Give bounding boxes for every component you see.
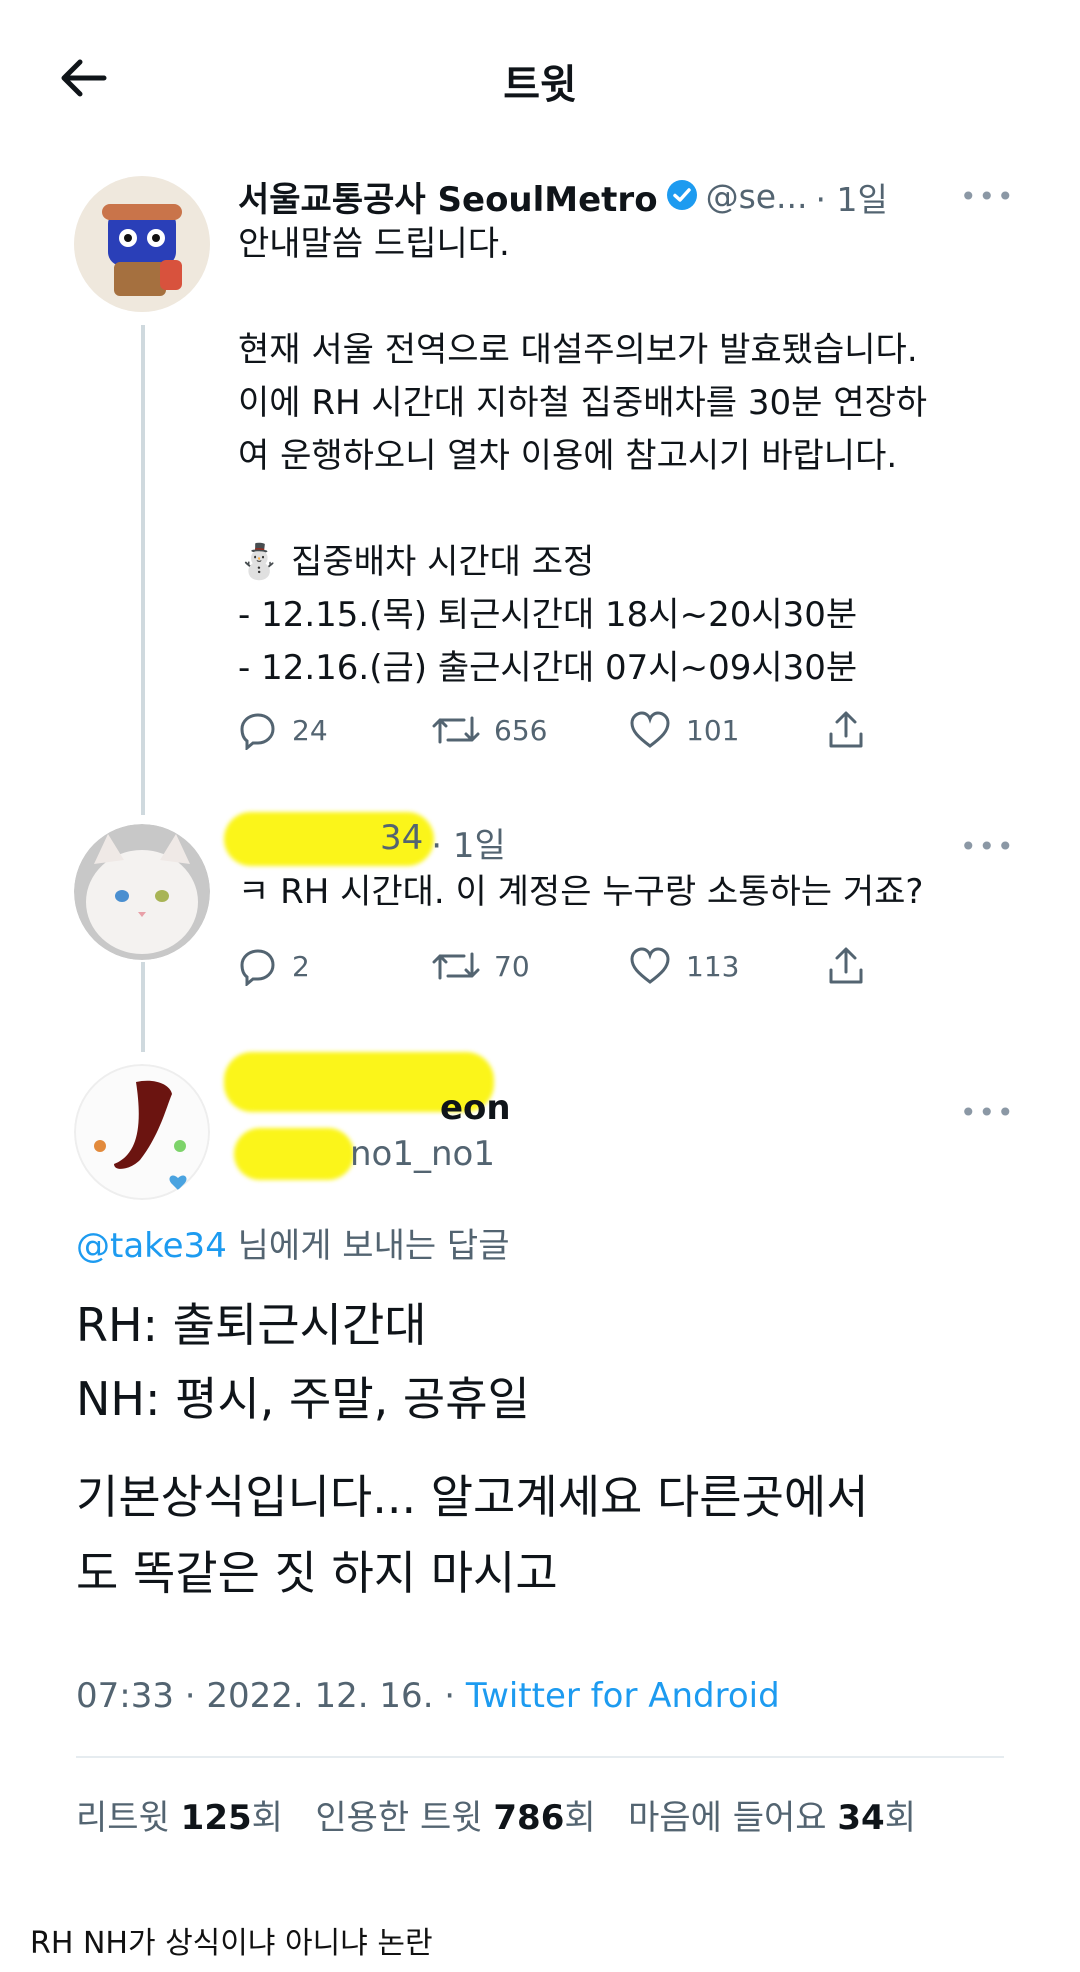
- reply-to-link[interactable]: @take34: [76, 1226, 227, 1266]
- heart-icon: [630, 711, 670, 748]
- share-icon[interactable]: [826, 710, 866, 754]
- reply-icon: [240, 949, 275, 986]
- divider: [76, 1756, 1004, 1758]
- retweet-stat-count: 125: [180, 1798, 252, 1838]
- retweet-stat[interactable]: 리트윗 125회: [76, 1798, 283, 1838]
- retweet-button[interactable]: 656: [432, 710, 547, 750]
- tweet-text-line: NH: 평시, 주말, 공휴일: [76, 1372, 530, 1426]
- reply-to-label: 님에게 보내는 답글: [226, 1226, 510, 1266]
- quote-stat-count: 786: [493, 1798, 565, 1838]
- like-stat-label: 마음에 들어요: [628, 1798, 838, 1838]
- reply-button[interactable]: 2: [238, 946, 310, 986]
- tweet-time[interactable]: · 1일: [816, 173, 888, 221]
- more-options-icon[interactable]: •••: [960, 180, 1016, 213]
- tweet-text-line: RH: 출퇴근시간대: [76, 1298, 427, 1352]
- like-count: 113: [686, 949, 740, 983]
- retweet-icon: [432, 952, 480, 980]
- share-icon[interactable]: [826, 946, 866, 990]
- heart-icon: [630, 947, 670, 984]
- reply-icon: [240, 713, 275, 750]
- more-options-icon[interactable]: •••: [960, 1096, 1016, 1129]
- quote-stat[interactable]: 인용한 트윗 786회: [315, 1798, 595, 1838]
- like-count: 101: [686, 713, 740, 747]
- display-name[interactable]: 서울교통공사 SeoulMetro: [238, 172, 658, 221]
- tweet-text: 안내말씀 드립니다. 현재 서울 전역으로 대설주의보가 발효됐습니다. 이에 …: [238, 224, 928, 688]
- reply-button[interactable]: 24: [238, 710, 328, 750]
- like-stat-count: 34: [837, 1798, 885, 1838]
- more-options-icon[interactable]: •••: [960, 830, 1016, 863]
- retweet-icon: [432, 716, 480, 744]
- quote-stat-unit: 회: [564, 1798, 596, 1838]
- handle[interactable]: 34: [380, 818, 423, 867]
- tweet-source-link[interactable]: Twitter for Android: [466, 1676, 780, 1716]
- handle[interactable]: @se...: [706, 177, 808, 216]
- page-title: 트윗: [503, 62, 577, 108]
- like-stat-unit: 회: [884, 1798, 916, 1838]
- quote-stat-label: 인용한 트윗: [315, 1798, 494, 1838]
- reply-count: 2: [292, 949, 310, 983]
- tweet-text-line: 기본상식입니다... 알고계세요 다른곳에서: [76, 1470, 869, 1524]
- thread-line: [141, 962, 145, 1052]
- verified-badge-icon: [666, 179, 698, 215]
- avatar[interactable]: [74, 1064, 210, 1200]
- display-name[interactable]: eon: [440, 1088, 511, 1128]
- tweet-timestamp[interactable]: 07:33 · 2022. 12. 16. ·: [76, 1676, 466, 1716]
- thread-line: [141, 325, 145, 815]
- retweet-count: 656: [494, 713, 548, 747]
- redaction-highlight: [234, 1128, 354, 1180]
- like-stat[interactable]: 마음에 들어요 34회: [628, 1798, 916, 1838]
- avatar[interactable]: [74, 824, 210, 960]
- tweet-time[interactable]: · 1일: [431, 818, 506, 867]
- reply-count: 24: [292, 713, 328, 747]
- like-button[interactable]: 113: [628, 946, 739, 986]
- avatar[interactable]: [74, 176, 210, 312]
- tweet-text-line: 도 똑같은 짓 하지 마시고: [76, 1546, 558, 1600]
- retweet-count: 70: [494, 949, 530, 983]
- retweet-button[interactable]: 70: [432, 946, 530, 986]
- handle[interactable]: no1_no1: [350, 1134, 495, 1174]
- retweet-stat-label: 리트윗: [76, 1798, 181, 1838]
- retweet-stat-unit: 회: [251, 1798, 283, 1838]
- caption: RH NH가 상식이냐 아니냐 논란: [30, 1926, 433, 1961]
- like-button[interactable]: 101: [628, 710, 739, 750]
- tweet-text: ㅋ RH 시간대. 이 계정은 누구랑 소통하는 거죠?: [238, 872, 924, 912]
